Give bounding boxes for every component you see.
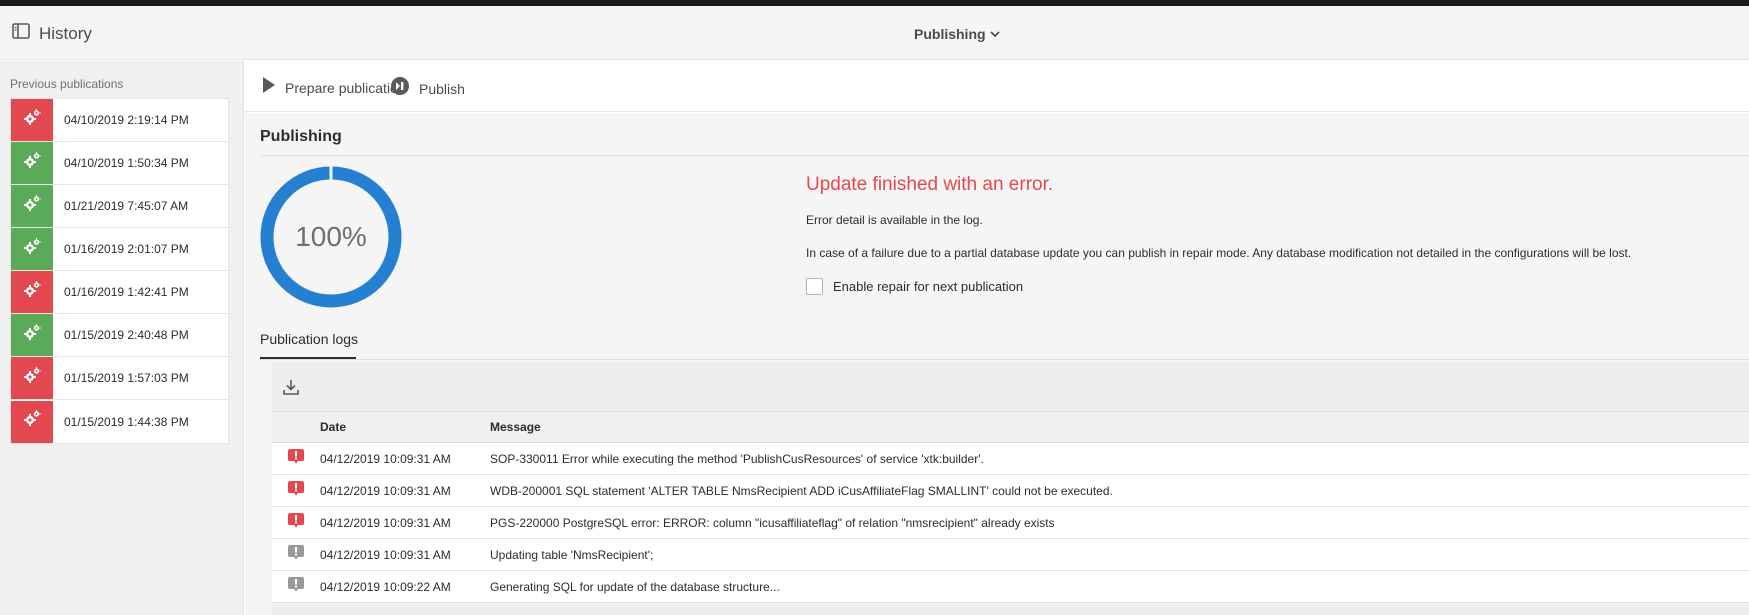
table-row[interactable]: 04/12/2019 10:09:31 AM WDB-200001 SQL sta… — [272, 475, 1749, 507]
status-badge — [11, 357, 53, 399]
log-date: 04/12/2019 10:09:31 AM — [320, 483, 451, 498]
publication-date: 01/15/2019 1:57:03 PM — [64, 371, 189, 385]
table-row[interactable]: 04/12/2019 10:09:31 AM SOP-330011 Error w… — [272, 443, 1749, 475]
publishing-menu[interactable]: Publishing — [914, 25, 1000, 43]
date-column-header[interactable]: Date — [320, 420, 490, 434]
error-icon — [287, 480, 305, 501]
log-message: PGS-220000 PostgreSQL error: ERROR: colu… — [490, 515, 1055, 530]
page-title: Publishing — [260, 128, 342, 145]
log-message: Generating SQL for update of the databas… — [490, 579, 780, 594]
publication-item[interactable]: 01/15/2019 1:44:38 PM — [11, 400, 228, 443]
log-level-cell — [272, 576, 320, 597]
publishing-main: Publishing 100% Update finished with an … — [245, 113, 1749, 615]
app-header: History Publishing — [0, 6, 1749, 60]
gears-icon — [22, 323, 42, 348]
log-message: SOP-330011 Error while executing the met… — [490, 451, 984, 466]
publish-button[interactable]: Publish — [390, 76, 465, 101]
publication-date: 04/10/2019 1:50:34 PM — [64, 156, 189, 170]
log-level-cell — [272, 480, 320, 501]
history-toggle[interactable]: History — [12, 23, 92, 44]
repair-checkbox[interactable] — [806, 278, 823, 295]
status-badge — [11, 142, 53, 184]
publication-item[interactable]: 01/15/2019 2:40:48 PM — [11, 314, 228, 357]
progress-percent: 100% — [295, 221, 367, 252]
download-button[interactable] — [280, 378, 302, 400]
log-message: Updating table 'NmsRecipient'; — [490, 547, 654, 562]
publication-item[interactable]: 01/15/2019 1:57:03 PM — [11, 357, 228, 400]
log-date: 04/12/2019 10:09:31 AM — [320, 451, 451, 466]
log-level-cell — [272, 512, 320, 533]
status-badge — [11, 99, 53, 141]
divider — [260, 359, 1749, 360]
log-table-header: Date Message — [272, 411, 1749, 443]
publication-item[interactable]: 04/10/2019 1:50:34 PM — [11, 142, 228, 185]
gears-icon — [22, 108, 42, 133]
status-badge — [11, 228, 53, 270]
log-date: 04/12/2019 10:09:22 AM — [320, 579, 451, 594]
publication-date: 01/21/2019 7:45:07 AM — [64, 199, 189, 213]
publication-date: 01/16/2019 2:01:07 PM — [64, 242, 189, 256]
log-date: 04/12/2019 10:09:31 AM — [320, 515, 451, 530]
sidebar-panel-icon — [12, 23, 30, 44]
table-row[interactable]: 04/12/2019 10:09:22 AM Generating SQL for… — [272, 571, 1749, 603]
error-icon — [287, 448, 305, 469]
log-level-cell — [272, 448, 320, 469]
status-badge — [11, 271, 53, 313]
info-icon — [287, 576, 305, 597]
table-row[interactable]: 04/12/2019 10:09:31 AM Updating table 'Nm… — [272, 539, 1749, 571]
repair-option[interactable]: Enable repair for next publication — [806, 278, 1023, 295]
history-label: History — [39, 23, 92, 43]
publication-date: 01/15/2019 1:44:38 PM — [64, 414, 189, 429]
gears-icon — [22, 366, 42, 391]
log-rows: 04/12/2019 10:09:31 AM SOP-330011 Error w… — [272, 443, 1749, 603]
gears-icon — [22, 194, 42, 219]
play-icon — [262, 76, 276, 99]
error-icon — [287, 512, 305, 533]
tab-publication-logs[interactable]: Publication logs — [260, 331, 358, 347]
error-title: Update finished with an error. — [806, 174, 1054, 195]
publication-list: 04/10/2019 2:19:14 PM 04/10/2019 1:50:34 … — [10, 98, 229, 444]
publication-date: 04/10/2019 2:19:14 PM — [64, 113, 189, 127]
message-column-header[interactable]: Message — [490, 420, 1749, 434]
publication-item[interactable]: 01/16/2019 1:42:41 PM — [11, 271, 228, 314]
log-level-cell — [272, 544, 320, 565]
chevron-down-icon — [989, 25, 1000, 43]
previous-publications-panel: Previous publications 04/10/2019 2:19:14… — [0, 61, 244, 615]
gears-icon — [22, 237, 42, 262]
publication-item[interactable]: 01/16/2019 2:01:07 PM — [11, 228, 228, 271]
download-icon — [282, 378, 300, 401]
log-table: Date Message 04/12/2019 10:09:31 AM SOP-3… — [272, 411, 1749, 603]
publication-date: 01/15/2019 2:40:48 PM — [64, 328, 189, 342]
publication-date: 01/16/2019 1:42:41 PM — [64, 285, 189, 299]
status-badge — [11, 400, 53, 443]
info-icon — [287, 544, 305, 565]
publication-item[interactable]: 01/21/2019 7:45:07 AM — [11, 185, 228, 228]
publication-logs-panel: Date Message 04/12/2019 10:09:31 AM SOP-3… — [272, 361, 1749, 615]
status-badge — [11, 314, 53, 356]
log-date: 04/12/2019 10:09:31 AM — [320, 547, 451, 562]
failure-notice: In case of a failure due to a partial da… — [806, 246, 1632, 260]
log-message: WDB-200001 SQL statement 'ALTER TABLE Nm… — [490, 483, 1113, 498]
publication-item[interactable]: 04/10/2019 2:19:14 PM — [11, 99, 228, 142]
status-badge — [11, 185, 53, 227]
repair-checkbox-label: Enable repair for next publication — [833, 279, 1024, 294]
publishing-menu-label: Publishing — [914, 26, 986, 42]
table-row[interactable]: 04/12/2019 10:09:31 AM PGS-220000 Postgre… — [272, 507, 1749, 539]
toolbar: Prepare publication Publish — [245, 61, 1749, 112]
prepare-publication-label: Prepare publication — [285, 79, 406, 96]
gears-icon — [22, 409, 42, 434]
publish-label: Publish — [419, 80, 465, 97]
divider — [260, 155, 1749, 156]
error-detail: Error detail is available in the log. — [806, 213, 983, 227]
previous-publications-title: Previous publications — [10, 77, 124, 91]
publish-icon — [390, 76, 410, 101]
gears-icon — [22, 280, 42, 305]
prepare-publication-button[interactable]: Prepare publication — [262, 76, 406, 99]
gears-icon — [22, 151, 42, 176]
